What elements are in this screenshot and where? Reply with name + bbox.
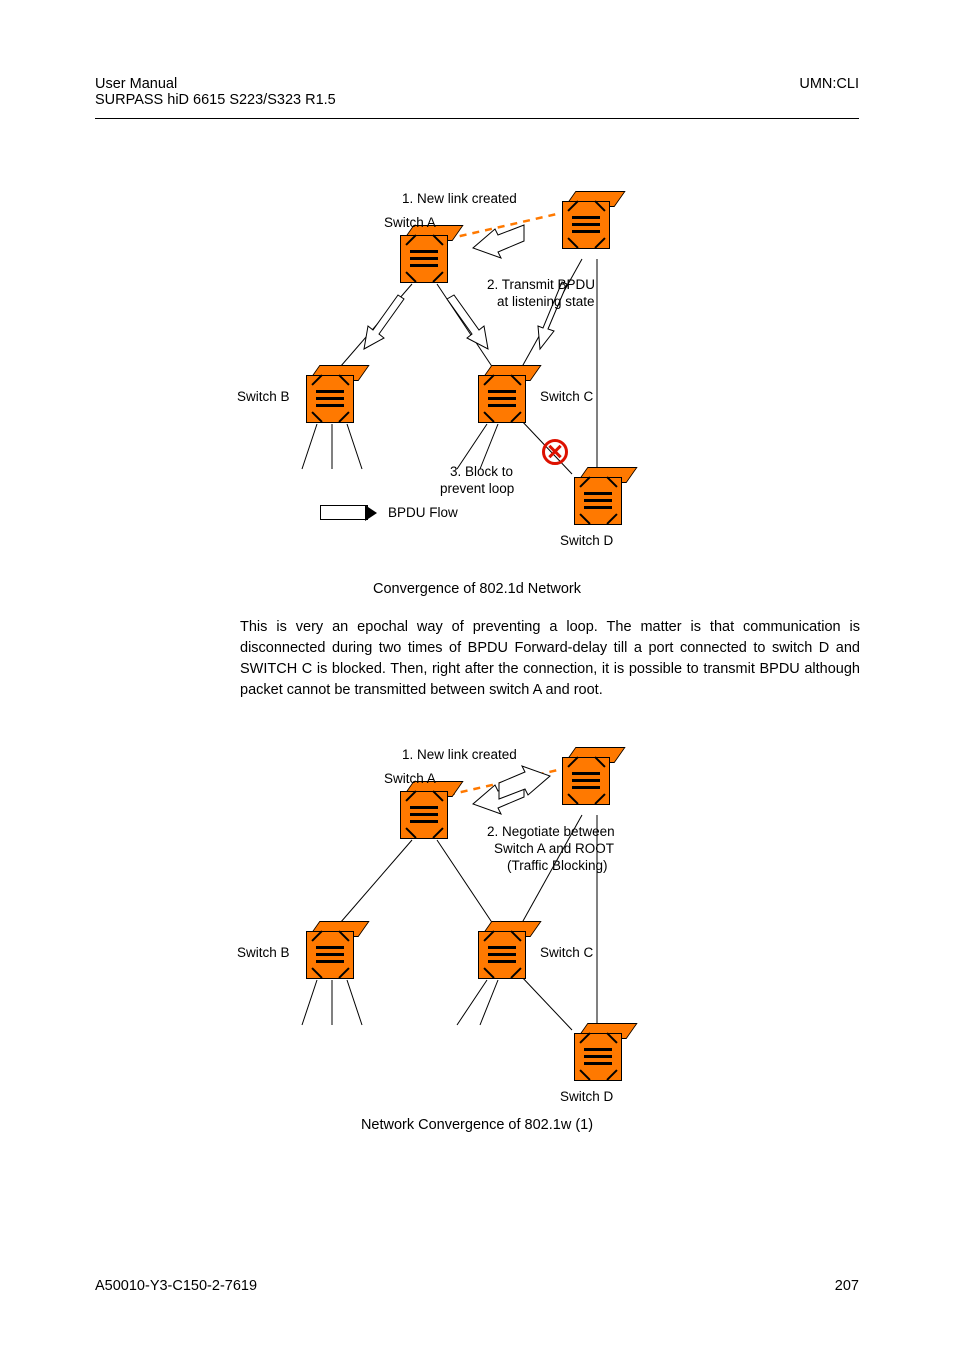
root-switch-icon-2 <box>562 757 618 813</box>
footer-docid: A50010-Y3-C150-2-7619 <box>95 1278 257 1294</box>
switch-c-icon <box>478 375 534 431</box>
d1-switch-d-label: Switch D <box>560 533 613 548</box>
switch-b-icon-2 <box>306 931 362 987</box>
d2-switch-d-label: Switch D <box>560 1089 613 1104</box>
doc-code: UMN:CLI <box>799 76 859 92</box>
d1-caption: Convergence of 802.1d Network <box>95 581 859 597</box>
d2-note2-l1: 2. Negotiate between <box>487 824 615 839</box>
d2-note2-l3: (Traffic Blocking) <box>507 858 608 873</box>
d1-switch-a-label: Switch A <box>384 215 436 230</box>
d1-note3-l1: 3. Block to <box>450 464 513 479</box>
page-header: User Manual SURPASS hiD 6615 S223/S323 R… <box>95 76 859 108</box>
root-switch-icon <box>562 201 618 257</box>
d2-switch-b-label: Switch B <box>237 945 290 960</box>
d2-caption: Network Convergence of 802.1w (1) <box>95 1117 859 1133</box>
switch-a-icon <box>400 235 456 291</box>
switch-d-icon-2 <box>574 1033 630 1089</box>
d2-switch-a-label: Switch A <box>384 771 436 786</box>
switch-c-icon-2 <box>478 931 534 987</box>
d2-switch-c-label: Switch C <box>540 945 593 960</box>
d1-switch-b-label: Switch B <box>237 389 290 404</box>
page-footer: A50010-Y3-C150-2-7619 207 <box>95 1278 859 1294</box>
d2-note2-l2: Switch A and ROOT <box>494 841 614 856</box>
d1-note2-l1: 2. Transmit BPDU <box>487 277 595 292</box>
bpdu-flow-legend-icon <box>320 505 368 520</box>
doc-title-line1: User Manual <box>95 76 336 92</box>
d1-note1: 1. New link created <box>402 191 517 206</box>
block-icon <box>542 439 568 465</box>
footer-pagenum: 207 <box>835 1278 859 1294</box>
header-rule <box>95 118 859 119</box>
switch-a-icon-2 <box>400 791 456 847</box>
diagram-convergence-1w: 1. New link created Switch A 2. Negotiat… <box>262 739 692 1109</box>
diagram-convergence-1d: 1. New link created Switch A 2. Transmit… <box>262 179 692 569</box>
body-paragraph: This is very an epochal way of preventin… <box>95 617 860 701</box>
d2-note1: 1. New link created <box>402 747 517 762</box>
switch-d-icon <box>574 477 630 533</box>
d1-note3-l2: prevent loop <box>440 481 514 496</box>
d1-note2-l2: at listening state <box>497 294 595 309</box>
d1-legend-text: BPDU Flow <box>388 505 458 520</box>
switch-b-icon <box>306 375 362 431</box>
doc-title-block: User Manual SURPASS hiD 6615 S223/S323 R… <box>95 76 336 108</box>
doc-title-line2: SURPASS hiD 6615 S223/S323 R1.5 <box>95 92 336 108</box>
d1-switch-c-label: Switch C <box>540 389 593 404</box>
